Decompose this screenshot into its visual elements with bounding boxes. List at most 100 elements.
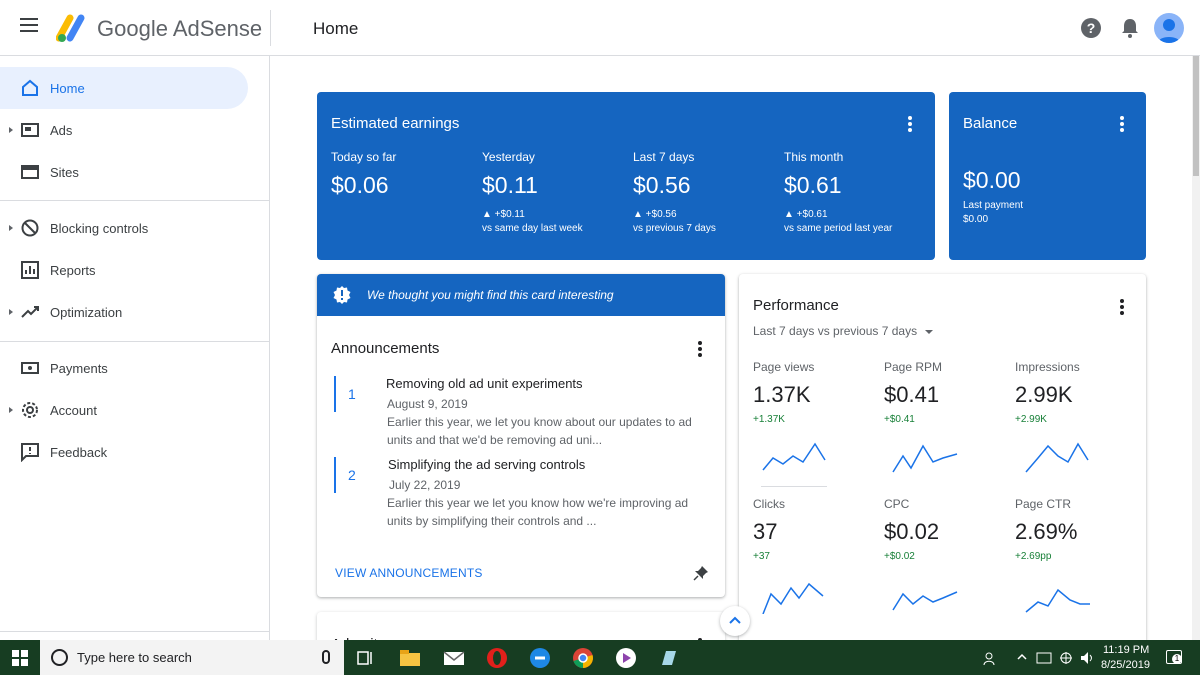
metric-delta: ▲ +$0.11	[482, 209, 525, 220]
sidebar-item-home[interactable]: Home	[0, 67, 248, 109]
sparkline-page-rpm	[892, 444, 958, 473]
taskbar-search[interactable]: Type here to search	[40, 640, 344, 675]
sidebar-item-blocking-controls[interactable]: Blocking controls	[0, 207, 248, 249]
nav-divider	[0, 341, 270, 342]
perf-metric-page-rpm[interactable]: Page RPM $0.41 +$0.41	[884, 360, 1004, 425]
scrollbar-thumb[interactable]	[1193, 56, 1199, 176]
metric-value: 2.69%	[1015, 519, 1078, 544]
balance-card: Balance $0.00 Last payment $0.00	[949, 92, 1146, 260]
scroll-to-top-button[interactable]	[720, 606, 750, 636]
sidebar-item-ads[interactable]: Ads	[0, 109, 248, 151]
earnings-metric-yesterday: Yesterday $0.11 ▲ +$0.11 vs same day las…	[482, 150, 583, 236]
metric-value: $0.41	[884, 382, 940, 407]
sidebar-item-payments[interactable]: Payments	[0, 347, 248, 389]
top-app-bar: Google AdSense Home ?	[0, 0, 1200, 56]
sparkline-impressions	[1025, 442, 1089, 473]
alert-badge-icon	[333, 286, 351, 304]
app-brand: Google AdSense	[97, 16, 263, 41]
perf-metric-page-views[interactable]: Page views 1.37K +1.37K	[753, 360, 873, 425]
announcement-item[interactable]: 2 Simplifying the ad serving controls Ju…	[331, 457, 711, 535]
sparkline-baseline	[761, 486, 827, 487]
sidebar-item-label: Sites	[50, 164, 79, 180]
sidebar-item-label: Optimization	[50, 304, 123, 320]
microphone-icon[interactable]	[322, 650, 330, 664]
notifications-icon[interactable]	[1120, 17, 1140, 39]
menu-icon[interactable]	[20, 18, 40, 38]
chevron-up-icon	[729, 616, 741, 624]
block-icon	[21, 219, 39, 237]
expand-arrow-icon	[9, 127, 13, 133]
metric-label: Page CTR	[1015, 497, 1072, 511]
metric-delta: +37	[753, 551, 770, 562]
keyboard-icon[interactable]	[1036, 651, 1052, 665]
more-options-icon[interactable]	[1120, 116, 1124, 132]
perf-metric-impressions[interactable]: Impressions 2.99K +2.99K	[1015, 360, 1135, 425]
metric-value: $0.11	[482, 172, 538, 198]
chrome-icon[interactable]	[570, 645, 596, 671]
sidebar-item-reports[interactable]: Reports	[0, 249, 248, 291]
perf-metric-page-ctr[interactable]: Page CTR 2.69% +2.69pp	[1015, 497, 1135, 562]
earnings-metric-this-month: This month $0.61 ▲ +$0.61 vs same period…	[784, 150, 892, 236]
adsense-logo	[56, 14, 85, 42]
card-title: Announcements	[331, 340, 440, 357]
more-options-icon[interactable]	[698, 341, 702, 357]
metric-value: 37	[753, 519, 778, 544]
nav-divider	[0, 200, 270, 201]
clock-date[interactable]: 8/25/2019	[1101, 659, 1150, 671]
clock-time[interactable]: 11:19 PM	[1103, 644, 1149, 656]
sidebar-item-optimization[interactable]: Optimization	[0, 291, 248, 333]
task-view-icon[interactable]	[352, 645, 378, 671]
more-options-icon[interactable]	[1120, 299, 1124, 315]
sidebar-item-label: Blocking controls	[50, 220, 149, 236]
cortana-icon	[51, 649, 68, 666]
sidebar-item-sites[interactable]: Sites	[0, 151, 248, 193]
scrollbar[interactable]	[1192, 56, 1200, 640]
suggestion-banner: We thought you might find this card inte…	[317, 274, 725, 316]
help-icon[interactable]: ?	[1081, 18, 1101, 38]
announcement-item[interactable]: 1 Removing old ad unit experiments Augus…	[331, 376, 711, 454]
main-content: Estimated earnings Today so far $0.06 Ye…	[271, 56, 1200, 652]
suggestion-text: We thought you might find this card inte…	[367, 288, 614, 302]
announcement-heading: Simplifying the ad serving controls	[388, 457, 586, 472]
reports-icon	[21, 261, 39, 279]
date-range-dropdown[interactable]: Last 7 days vs previous 7 days	[753, 324, 934, 338]
taskbar-search-placeholder: Type here to search	[77, 650, 192, 665]
metric-delta: +2.99K	[1015, 414, 1047, 425]
perf-metric-clicks[interactable]: Clicks 37 +37	[753, 497, 873, 562]
sidebar-item-account[interactable]: Account	[0, 389, 248, 431]
announcement-date: August 9, 2019	[387, 397, 468, 411]
chevron-up-icon[interactable]	[1016, 652, 1028, 662]
action-center-icon[interactable]: 1	[1166, 650, 1182, 664]
announcement-date: July 22, 2019	[389, 478, 461, 492]
feedback-icon	[21, 443, 39, 462]
sparkline-clicks	[762, 582, 824, 614]
people-icon[interactable]	[983, 650, 999, 666]
announcements-card: We thought you might find this card inte…	[317, 274, 725, 597]
opera-icon[interactable]	[484, 645, 510, 671]
notepad-icon[interactable]	[656, 645, 682, 671]
metric-label: Yesterday	[482, 150, 535, 164]
media-player-icon[interactable]	[613, 645, 639, 671]
card-title: Estimated earnings	[331, 115, 460, 132]
volume-icon[interactable]	[1079, 650, 1095, 666]
metric-value: $0.02	[884, 519, 940, 544]
chevron-down-icon	[925, 329, 934, 334]
more-options-icon[interactable]	[908, 116, 912, 132]
ads-icon	[21, 123, 39, 137]
edge-icon[interactable]	[527, 645, 553, 671]
pin-icon[interactable]	[693, 565, 709, 581]
earnings-metric-last-7-days: Last 7 days $0.56 ▲ +$0.56 vs previous 7…	[633, 150, 716, 236]
os-taskbar: Type here to search 11:19 PM 8/25/2019 1	[0, 640, 1200, 675]
metric-delta: ▲ +$0.61	[784, 209, 828, 220]
perf-metric-cpc[interactable]: CPC $0.02 +$0.02	[884, 497, 1004, 562]
file-explorer-icon[interactable]	[397, 645, 423, 671]
sidebar-item-feedback[interactable]: Feedback	[0, 431, 248, 473]
view-announcements-link[interactable]: VIEW ANNOUNCEMENTS	[335, 566, 483, 580]
gear-icon	[22, 402, 38, 418]
network-icon[interactable]	[1058, 650, 1074, 666]
mail-icon[interactable]	[441, 645, 467, 671]
windows-start-icon[interactable]	[12, 650, 28, 666]
sidebar-item-label: Payments	[50, 360, 108, 376]
expand-arrow-icon	[9, 407, 13, 413]
account-avatar[interactable]	[1154, 13, 1184, 43]
